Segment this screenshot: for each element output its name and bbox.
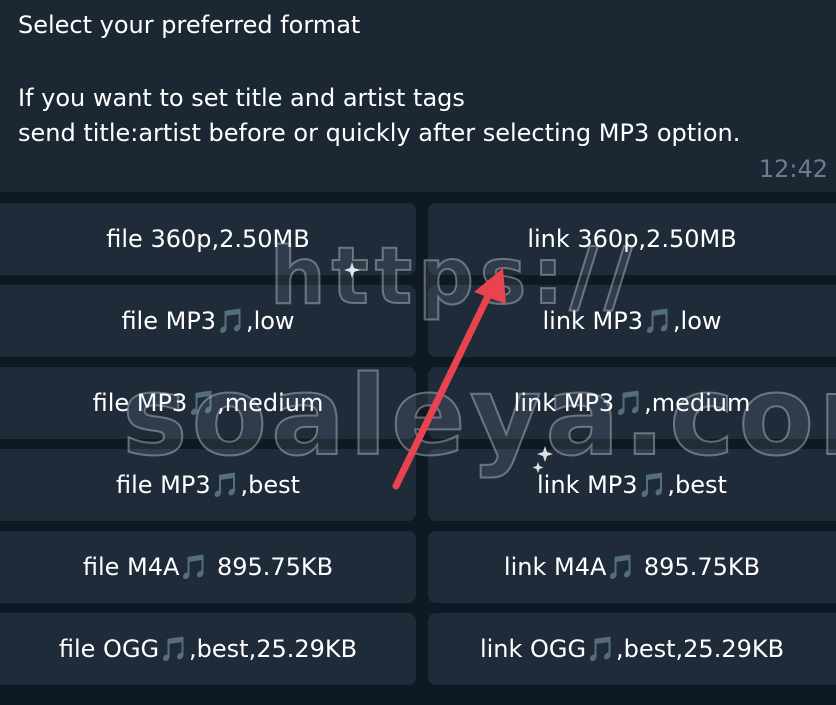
file-ogg-button[interactable]: file OGG🎵,best,25.29KB <box>0 613 416 685</box>
link-mp3-best-button[interactable]: link MP3🎵,best <box>428 449 836 521</box>
message-bubble: Select your preferred format If you want… <box>0 0 836 192</box>
link-mp3-low-button[interactable]: link MP3🎵,low <box>428 285 836 357</box>
message-time: 12:42 <box>758 155 828 183</box>
message-line-3: send title:artist before or quickly afte… <box>18 119 741 147</box>
link-360p-button[interactable]: link 360p,2.50MB <box>428 203 836 275</box>
link-ogg-button[interactable]: link OGG🎵,best,25.29KB <box>428 613 836 685</box>
file-360p-button[interactable]: file 360p,2.50MB <box>0 203 416 275</box>
message-line-2: If you want to set title and artist tags <box>18 84 465 112</box>
link-m4a-button[interactable]: link M4A🎵 895.75KB <box>428 531 836 603</box>
link-mp3-medium-button[interactable]: link MP3🎵,medium <box>428 367 836 439</box>
file-m4a-button[interactable]: file M4A🎵 895.75KB <box>0 531 416 603</box>
file-mp3-medium-button[interactable]: file MP3🎵,medium <box>0 367 416 439</box>
file-mp3-best-button[interactable]: file MP3🎵,best <box>0 449 416 521</box>
file-mp3-low-button[interactable]: file MP3🎵,low <box>0 285 416 357</box>
message-line-1: Select your preferred format <box>18 11 361 39</box>
